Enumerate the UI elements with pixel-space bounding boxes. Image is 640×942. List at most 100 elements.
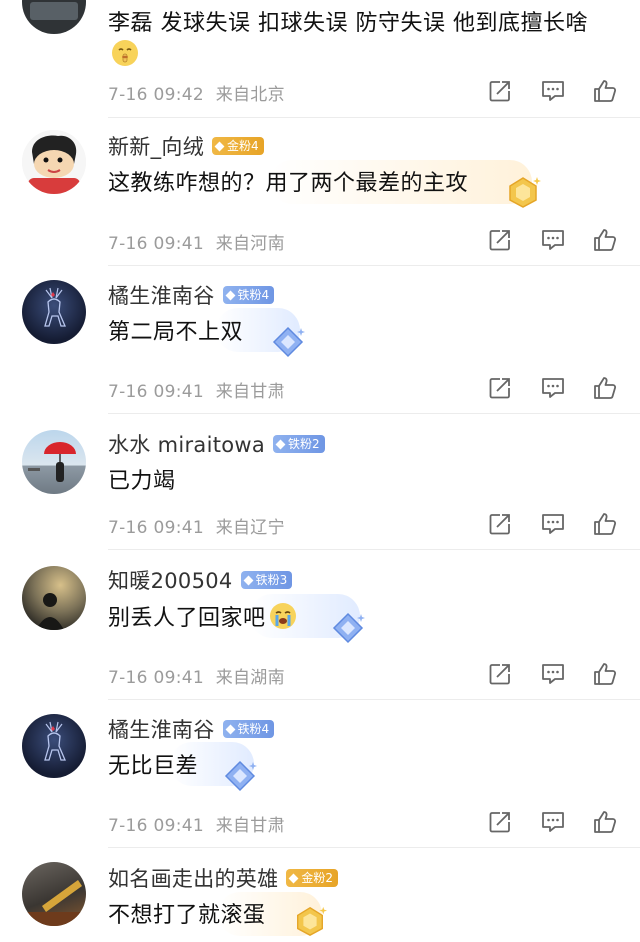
share-icon[interactable] — [487, 227, 513, 253]
comment-time: 7-16 09:41 — [108, 234, 204, 254]
share-icon[interactable] — [487, 78, 513, 104]
comment-item: 水水 miraitowa 铁粉2 已力竭 7-16 09:41 来自辽宁 — [0, 414, 640, 550]
comment-location: 来自甘肃 — [215, 382, 285, 402]
comment-text: 不想打了就滚蛋 — [108, 903, 266, 928]
like-icon[interactable] — [592, 809, 618, 835]
gold-gem-icon — [505, 174, 541, 210]
deer-night-avatar[interactable] — [22, 714, 86, 778]
share-icon[interactable] — [487, 375, 513, 401]
share-icon[interactable] — [487, 661, 513, 687]
username[interactable]: 橘生淮南谷 — [108, 714, 215, 744]
fan-badge[interactable]: 铁粉2 — [273, 435, 325, 453]
comment-actions — [487, 809, 620, 835]
comment-item: 如名画走出的英雄 金粉2 不想打了就滚蛋 — [0, 848, 640, 938]
comment-text: 第二局不上双 — [108, 320, 244, 345]
comment-icon[interactable] — [540, 78, 566, 104]
comment-icon[interactable] — [540, 375, 566, 401]
username[interactable]: 新新_向绒 — [108, 131, 204, 161]
share-icon[interactable] — [487, 809, 513, 835]
comment-actions — [487, 227, 620, 253]
comment-location: 来自河南 — [215, 234, 285, 254]
badge-label: 金粉4 — [227, 139, 259, 153]
name-row: 如名画走出的英雄 金粉2 — [108, 863, 339, 893]
shush-face-emoji — [112, 40, 138, 66]
comment-time: 7-16 09:41 — [108, 668, 204, 688]
comment-text-row: 别丢人了回家吧 — [108, 601, 297, 631]
comment-actions — [487, 661, 620, 687]
comment-text-row: 无比巨差 — [108, 749, 198, 779]
comment-icon[interactable] — [540, 511, 566, 537]
crying-face-emoji — [269, 602, 297, 630]
blue-gem-icon — [330, 612, 366, 644]
like-icon[interactable] — [592, 78, 618, 104]
deer-night-avatar[interactable] — [22, 280, 86, 344]
fan-badge[interactable]: 铁粉4 — [222, 720, 275, 738]
comment-time: 7-16 09:41 — [108, 382, 204, 402]
name-row: 水水 miraitowa 铁粉2 — [108, 430, 325, 458]
comment-actions — [487, 511, 620, 537]
like-icon[interactable] — [592, 375, 618, 401]
name-row: 橘生淮南谷 铁粉4 — [108, 280, 275, 310]
comment-location: 来自湖南 — [215, 668, 285, 688]
badge-label: 铁粉3 — [255, 573, 288, 587]
comment-icon[interactable] — [540, 809, 566, 835]
gold-gem-icon — [292, 904, 328, 938]
badge-label: 铁粉4 — [237, 288, 270, 302]
comment-text-row: 这教练咋想的？用了两个最差的主攻 — [108, 166, 468, 196]
like-icon[interactable] — [592, 511, 618, 537]
comment-actions — [487, 375, 620, 401]
gem-icon — [288, 873, 299, 883]
comment-text-row: 不想打了就滚蛋 — [108, 898, 266, 928]
comment-text-row: 第二局不上双 — [108, 315, 243, 345]
comment-item: 知暖200504 铁粉3 别丢人了回家吧 7-16 09:41 来自湖南 — [0, 550, 640, 700]
comment-meta: 7-16 09:41 来自湖南 — [108, 663, 285, 688]
comment-location: 来自辽宁 — [215, 518, 285, 538]
fan-badge[interactable]: 金粉2 — [286, 869, 339, 887]
comment-icon[interactable] — [540, 661, 566, 687]
fan-badge[interactable]: 金粉4 — [212, 137, 264, 155]
share-icon[interactable] — [487, 511, 513, 537]
gem-icon — [225, 290, 235, 300]
comment-meta: 7-16 09:41 来自甘肃 — [108, 377, 285, 402]
blue-gem-icon — [222, 760, 258, 792]
comment-text: 无比巨差 — [108, 754, 199, 779]
username[interactable]: 水水 miraitowa — [108, 429, 265, 459]
name-row: 知暖200504 铁粉3 — [108, 565, 293, 595]
comment-icon[interactable] — [540, 227, 566, 253]
gem-icon — [214, 141, 225, 151]
comment-meta: 7-16 09:42 来自北京 — [108, 80, 285, 105]
comment-time: 7-16 09:41 — [108, 518, 204, 538]
comment-text: 李磊 发球失误 扣球失误 防守失误 他到底擅长啥 — [108, 11, 588, 36]
comment-item: 橘生淮南谷 铁粉4 无比巨差 7-16 09:41 来自甘肃 — [0, 700, 640, 848]
comment-text: 别丢人了回家吧 — [108, 606, 266, 631]
cartoon-boy-avatar[interactable] — [22, 130, 86, 194]
badge-label: 金粉2 — [301, 871, 334, 885]
comment-meta: 7-16 09:41 来自辽宁 — [108, 513, 285, 538]
comment-item: 新新_向绒 金粉4 这教练咋想的？用了两个最差的主攻 7-16 09:41 来自… — [0, 118, 640, 266]
comment-text-row: 李磊 发球失误 扣球失误 防守失误 他到底擅长啥 — [108, 6, 588, 36]
username[interactable]: 如名画走出的英雄 — [108, 863, 278, 893]
red-umbrella-beach-avatar[interactable] — [22, 430, 86, 494]
like-icon[interactable] — [592, 661, 618, 687]
avatar[interactable] — [22, 0, 86, 34]
like-icon[interactable] — [592, 227, 618, 253]
fan-badge[interactable]: 铁粉4 — [222, 286, 275, 304]
dark-object-avatar[interactable] — [22, 862, 86, 926]
name-row: 橘生淮南谷 铁粉4 — [108, 714, 275, 744]
sunset-silhouette-avatar[interactable] — [22, 566, 86, 630]
badge-label: 铁粉2 — [288, 437, 320, 451]
comment-text: 这教练咋想的？用了两个最差的主攻 — [108, 171, 469, 196]
comment-time: 7-16 09:42 — [108, 85, 204, 105]
blue-gem-icon — [270, 326, 306, 358]
comment-meta: 7-16 09:41 来自甘肃 — [108, 811, 285, 836]
comment-item: 李磊 发球失误 扣球失误 防守失误 他到底擅长啥 7-16 09:42 来自北京 — [0, 0, 640, 118]
name-row: 新新_向绒 金粉4 — [108, 132, 264, 160]
username[interactable]: 知暖200504 — [108, 565, 233, 595]
comment-location: 来自甘肃 — [215, 816, 285, 836]
badge-label: 铁粉4 — [237, 722, 270, 736]
comment-text: 已力竭 — [108, 469, 176, 494]
username[interactable]: 橘生淮南谷 — [108, 280, 215, 310]
fan-badge[interactable]: 铁粉3 — [240, 571, 293, 589]
comment-time: 7-16 09:41 — [108, 816, 204, 836]
gem-icon — [225, 724, 235, 734]
